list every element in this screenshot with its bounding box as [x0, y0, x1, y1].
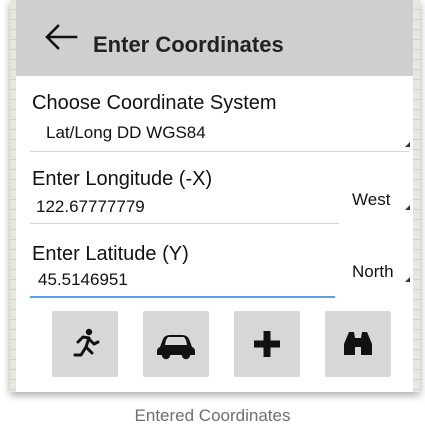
longitude-label: Enter Longitude (-X)	[32, 168, 213, 190]
car-icon	[157, 335, 195, 360]
map-background-right	[413, 0, 420, 392]
coordinate-system-select[interactable]: Lat/Long DD WGS84	[46, 123, 206, 143]
longitude-underline	[30, 223, 339, 224]
figure-caption: Entered Coordinates	[134, 406, 291, 425]
title-bar: Enter Coordinates	[16, 0, 413, 76]
dropdown-arrow-icon[interactable]	[405, 277, 410, 282]
latitude-underline	[30, 296, 335, 298]
dropdown-arrow-icon[interactable]	[405, 205, 410, 210]
latitude-hemisphere-select[interactable]: North	[352, 262, 394, 282]
add-button[interactable]	[234, 311, 300, 377]
dialog-frame: Enter Coordinates Choose Coordinate Syst…	[10, 0, 420, 392]
drive-mode-button[interactable]	[143, 311, 209, 377]
dropdown-arrow-icon[interactable]	[405, 142, 410, 147]
binoculars-icon	[344, 332, 372, 355]
walk-mode-button[interactable]	[52, 311, 118, 377]
latitude-input[interactable]: 45.5146951	[38, 270, 128, 290]
coordinate-system-label: Choose Coordinate System	[32, 92, 277, 114]
coordinate-system-underline	[30, 151, 409, 152]
plus-icon	[254, 331, 280, 357]
view-button[interactable]	[325, 311, 391, 377]
longitude-input[interactable]: 122.67777779	[36, 197, 145, 217]
enter-coordinates-dialog: Enter Coordinates Choose Coordinate Syst…	[16, 0, 413, 392]
arrow-left-icon[interactable]	[44, 24, 78, 50]
walking-person-icon	[73, 328, 100, 357]
longitude-hemisphere-select[interactable]: West	[352, 190, 390, 210]
latitude-label: Enter Latitude (Y)	[32, 243, 189, 265]
page-title: Enter Coordinates	[93, 32, 284, 57]
